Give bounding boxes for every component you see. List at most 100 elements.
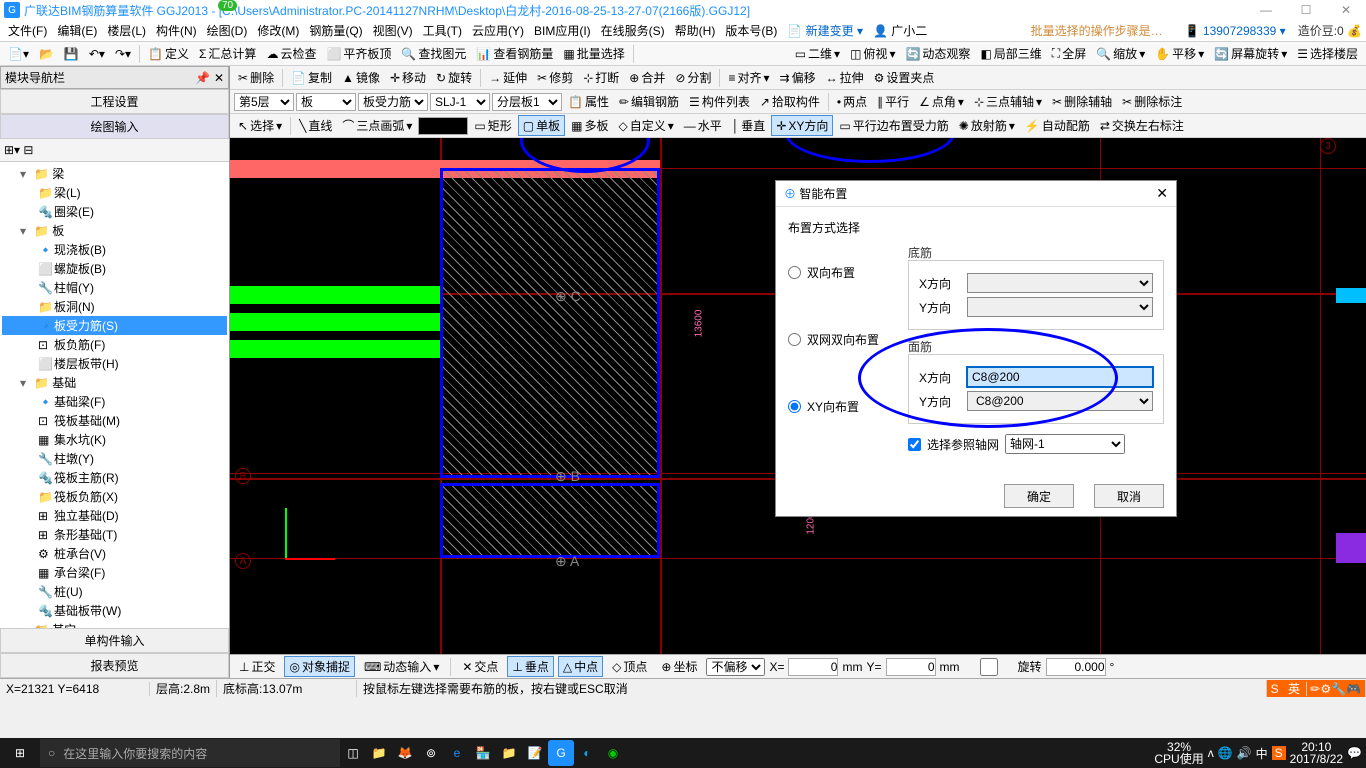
tree-leaf[interactable]: 🔧 柱墩(Y): [2, 449, 227, 468]
y-input[interactable]: [886, 658, 936, 676]
cost-beans[interactable]: 造价豆:0 💰: [1298, 22, 1362, 39]
minimize-button[interactable]: —: [1246, 0, 1286, 20]
tree-leaf[interactable]: ⊞ 独立基础(D): [2, 506, 227, 525]
style-select[interactable]: [418, 117, 468, 135]
trim-button[interactable]: ✂ 修剪: [533, 68, 577, 87]
bottom-x-input[interactable]: [967, 273, 1153, 293]
taskbar-app[interactable]: 🦊: [392, 740, 418, 766]
menu-online[interactable]: 在线服务(S): [597, 22, 669, 39]
screen-rotate-button[interactable]: 🔄 屏幕旋转 ▾: [1210, 44, 1291, 63]
sum-button[interactable]: Σ 汇总计算: [195, 44, 260, 63]
tree-node[interactable]: ▾📁 基础: [2, 373, 227, 392]
taskbar-app[interactable]: 🏪: [470, 740, 496, 766]
tray-notifications-icon[interactable]: 💬: [1347, 746, 1362, 760]
delete-button[interactable]: ✂ 删除: [234, 68, 278, 87]
rotate-button[interactable]: ↻ 旋转: [432, 68, 476, 87]
menu-view[interactable]: 视图(V): [369, 22, 417, 39]
menu-cloud[interactable]: 云应用(Y): [468, 22, 528, 39]
select-button[interactable]: ↖ 选择 ▾: [234, 116, 286, 135]
menu-component[interactable]: 构件(N): [152, 22, 201, 39]
vertical-button[interactable]: │ 垂直: [728, 116, 770, 135]
arc-button[interactable]: ⌒ 三点画弧 ▾: [338, 116, 416, 135]
midpoint-button[interactable]: △ 中点: [558, 656, 603, 677]
menu-floor[interactable]: 楼层(L): [103, 22, 150, 39]
find-button[interactable]: 🔍 查找图元: [397, 44, 470, 63]
sidebar-pin-icon[interactable]: 📌: [195, 71, 210, 85]
tree-leaf[interactable]: 🔹 现浇板(B): [2, 240, 227, 259]
task-view-icon[interactable]: ◫: [340, 740, 366, 766]
taskbar-app[interactable]: 📁: [496, 740, 522, 766]
menu-modify[interactable]: 修改(M): [253, 22, 303, 39]
component-list-button[interactable]: ☰ 构件列表: [685, 92, 754, 111]
break-button[interactable]: ⊹ 打断: [579, 68, 623, 87]
pan-button[interactable]: ✋ 平移 ▾: [1151, 44, 1208, 63]
radio-xy-direction[interactable]: [788, 400, 801, 413]
rect-button[interactable]: ▭ 矩形: [470, 116, 515, 135]
tree-leaf[interactable]: 🔧 桩(U): [2, 582, 227, 601]
open-icon[interactable]: 📂: [35, 46, 58, 62]
category-select[interactable]: 板: [296, 93, 356, 111]
taskbar-app[interactable]: ◉: [600, 740, 626, 766]
collapse-icon[interactable]: ⊟: [23, 143, 33, 157]
cloud-check-button[interactable]: ☁ 云检查: [262, 44, 320, 63]
mirror-button[interactable]: ▲ 镜像: [338, 68, 384, 87]
menu-bim[interactable]: BIM应用(I): [530, 22, 595, 39]
tree-leaf[interactable]: 📁 板洞(N): [2, 297, 227, 316]
parallel-edge-button[interactable]: ▭ 平行边布置受力筋: [835, 116, 952, 135]
tree-leaf[interactable]: 📁 梁(L): [2, 183, 227, 202]
tab-draw-input[interactable]: 绘图输入: [0, 114, 229, 139]
save-icon[interactable]: 💾: [60, 46, 83, 62]
taskbar-app[interactable]: e: [444, 740, 470, 766]
radio-double-net[interactable]: [788, 333, 801, 346]
zoom-button[interactable]: 🔍 缩放 ▾: [1092, 44, 1149, 63]
new-icon[interactable]: 📄▾: [4, 46, 33, 62]
tree-leaf[interactable]: 🔩 基础板带(W): [2, 601, 227, 620]
delete-label-button[interactable]: ✂ 删除标注: [1118, 92, 1186, 111]
align-button[interactable]: ≡ 对齐 ▾: [724, 68, 773, 87]
notification-badge[interactable]: 70: [218, 0, 237, 11]
tray-ime[interactable]: 中: [1256, 745, 1268, 762]
menu-file[interactable]: 文件(F): [4, 22, 51, 39]
menu-user[interactable]: 👤 广小二: [869, 22, 931, 39]
rotate-checkbox[interactable]: [964, 658, 1014, 676]
edit-rebar-button[interactable]: ✏ 编辑钢筋: [615, 92, 683, 111]
taskbar-app[interactable]: ◐: [574, 740, 600, 766]
tree-node[interactable]: ▾📁 梁: [2, 164, 227, 183]
x-input[interactable]: [788, 658, 838, 676]
menu-edit[interactable]: 编辑(E): [53, 22, 101, 39]
ortho-button[interactable]: ⊥ 正交: [234, 656, 280, 677]
top-y-input[interactable]: C8@200: [967, 391, 1153, 411]
expand-icon[interactable]: ⊞▾: [4, 143, 20, 157]
horizontal-button[interactable]: — 水平: [680, 116, 726, 135]
taskbar-app[interactable]: 📁: [366, 740, 392, 766]
tree-leaf[interactable]: ⊡ 筏板基础(M): [2, 411, 227, 430]
menu-rebar[interactable]: 钢筋量(Q): [305, 22, 366, 39]
tree-leaf[interactable]: 🔹 基础梁(F): [2, 392, 227, 411]
tray-network-icon[interactable]: 🌐: [1218, 746, 1233, 760]
tree-leaf[interactable]: 🔩 筏板主筋(R): [2, 468, 227, 487]
reference-grid-checkbox[interactable]: [908, 438, 921, 451]
top-view-button[interactable]: ◫ 俯视 ▾: [846, 44, 899, 63]
select-floor-button[interactable]: ☰ 选择楼层: [1293, 44, 1362, 63]
radial-button[interactable]: ✺ 放射筋 ▾: [955, 116, 1019, 135]
ok-button[interactable]: 确定: [1004, 484, 1074, 508]
tree-leaf[interactable]: 🔩 圈梁(E): [2, 202, 227, 221]
tree-leaf[interactable]: 📁 筏板负筋(X): [2, 487, 227, 506]
menu-help[interactable]: 帮助(H): [671, 22, 720, 39]
two-point-button[interactable]: • 两点: [833, 92, 871, 111]
start-button[interactable]: ⊞: [0, 738, 40, 768]
auto-rebar-button[interactable]: ⚡ 自动配筋: [1021, 116, 1094, 135]
type-select[interactable]: 板受力筋: [358, 93, 428, 111]
tab-single-input[interactable]: 单构件输入: [0, 628, 229, 653]
pick-component-button[interactable]: ↗ 拾取构件: [756, 92, 824, 111]
reference-grid-select[interactable]: 轴网-1: [1005, 434, 1125, 454]
tray-clock[interactable]: 20:102017/8/22: [1290, 741, 1343, 765]
multi-board-button[interactable]: ▦ 多板: [567, 116, 612, 135]
menu-draw[interactable]: 绘图(D): [203, 22, 252, 39]
custom-button[interactable]: ◇ 自定义 ▾: [615, 116, 678, 135]
copy-button[interactable]: 📄 复制: [287, 68, 336, 87]
swap-label-button[interactable]: ⇄ 交换左右标注: [1096, 116, 1188, 135]
tray-cpu[interactable]: 32%CPU使用: [1154, 741, 1203, 765]
move-button[interactable]: ✛ 移动: [386, 68, 430, 87]
top-x-input[interactable]: [967, 367, 1153, 387]
